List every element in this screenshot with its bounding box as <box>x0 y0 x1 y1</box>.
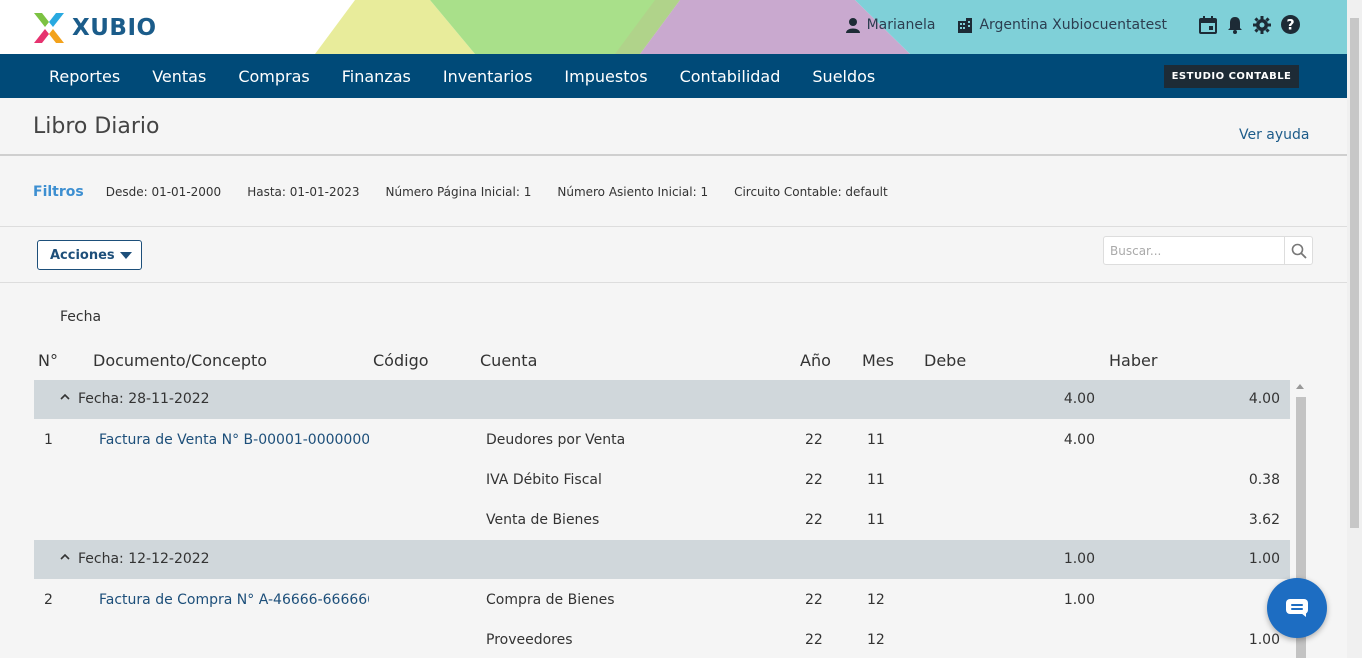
search-input[interactable] <box>1104 237 1284 264</box>
nav-ventas[interactable]: Ventas <box>136 67 222 86</box>
nav-impuestos[interactable]: Impuestos <box>548 67 663 86</box>
divider <box>0 154 1347 156</box>
estudio-contable-button[interactable]: ESTUDIO CONTABLE <box>1164 65 1299 88</box>
page-title: Libro Diario <box>33 114 160 139</box>
group-label: Fecha: 28-11-2022 <box>78 391 210 407</box>
column-header-codigo[interactable]: Código <box>373 351 429 370</box>
row-anio: 22 <box>805 512 823 528</box>
page-scrollbar[interactable] <box>1347 0 1362 658</box>
row-debe: 4.00 <box>1063 432 1095 448</box>
group-row[interactable]: Fecha: 12-12-2022 1.00 1.00 <box>34 540 1290 579</box>
user-menu[interactable]: Marianela <box>845 16 936 33</box>
help-icon[interactable]: ? <box>1281 15 1300 34</box>
divider <box>0 226 1347 227</box>
filter-hasta: Hasta: 01-01-2023 <box>247 185 360 199</box>
row-cuenta: Deudores por Venta <box>486 432 626 448</box>
row-anio: 22 <box>805 472 823 488</box>
row-mes: 11 <box>867 432 885 448</box>
group-haber-total: 1.00 <box>1248 551 1280 567</box>
row-mes: 12 <box>867 632 885 648</box>
nav-compras[interactable]: Compras <box>222 67 325 86</box>
filter-asiento-inicial: Número Asiento Inicial: 1 <box>557 185 709 199</box>
row-haber: 1.00 <box>1248 632 1280 648</box>
row-mes: 11 <box>867 472 885 488</box>
column-header-anio[interactable]: Año <box>800 351 831 370</box>
document-link[interactable]: Factura de Compra N° A-46666-66666666 <box>99 592 369 608</box>
row-anio: 22 <box>805 432 823 448</box>
acciones-dropdown[interactable]: Acciones <box>37 240 142 270</box>
search-icon <box>1291 243 1307 259</box>
search-button[interactable] <box>1284 237 1313 264</box>
column-header-num[interactable]: N° <box>38 351 58 370</box>
chat-button[interactable] <box>1267 578 1327 638</box>
divider <box>0 282 1347 283</box>
row-haber: 3.62 <box>1248 512 1280 528</box>
nav-reportes[interactable]: Reportes <box>33 67 136 86</box>
row-cuenta: IVA Débito Fiscal <box>486 472 602 488</box>
group-debe-total: 4.00 <box>1063 391 1095 407</box>
column-header-mes[interactable]: Mes <box>862 351 894 370</box>
acciones-label: Acciones <box>50 247 115 263</box>
brand-name: XUBIO <box>72 15 157 41</box>
chat-icon <box>1286 599 1308 617</box>
row-debe: 1.00 <box>1063 592 1095 608</box>
filter-pagina-inicial: Número Página Inicial: 1 <box>385 185 532 199</box>
gear-icon[interactable] <box>1253 15 1271 34</box>
nav-finanzas[interactable]: Finanzas <box>326 67 427 86</box>
row-haber: 0.38 <box>1248 472 1280 488</box>
group-haber-total: 4.00 <box>1248 391 1280 407</box>
xubio-logo[interactable]: XUBIO <box>32 11 157 45</box>
row-mes: 11 <box>867 512 885 528</box>
row-cuenta: Proveedores <box>486 632 573 648</box>
user-name: Marianela <box>866 16 936 33</box>
document-link[interactable]: Factura de Venta N° B-00001-00000001 - C <box>99 432 369 448</box>
nav-inventarios[interactable]: Inventarios <box>427 67 549 86</box>
row-num: 1 <box>44 432 53 448</box>
group-debe-total: 1.00 <box>1063 551 1095 567</box>
row-anio: 22 <box>805 592 823 608</box>
group-row[interactable]: Fecha: 28-11-2022 4.00 4.00 <box>34 380 1290 419</box>
search-box <box>1103 236 1313 265</box>
user-icon <box>845 17 860 33</box>
caret-down-icon <box>120 252 132 259</box>
xubio-logo-mark <box>34 13 64 43</box>
filter-circuito-contable: Circuito Contable: default <box>734 185 888 199</box>
row-cuenta: Venta de Bienes <box>486 512 600 528</box>
company-name: Argentina Xubiocuentatest <box>979 16 1167 33</box>
bell-icon[interactable] <box>1227 16 1243 34</box>
row-num: 2 <box>44 592 53 608</box>
top-bar: XUBIO Marianela Argentina Xubiocuentates… <box>0 0 1347 54</box>
company-selector[interactable]: Argentina Xubiocuentatest <box>957 17 1167 33</box>
chevron-up-icon[interactable] <box>60 393 70 400</box>
column-header-documento[interactable]: Documento/Concepto <box>93 351 267 370</box>
row-cuenta: Compra de Bienes <box>486 592 615 608</box>
page-scrollbar-thumb[interactable] <box>1350 18 1359 528</box>
column-header-cuenta[interactable]: Cuenta <box>480 351 537 370</box>
building-icon <box>958 17 973 33</box>
row-mes: 12 <box>867 592 885 608</box>
chevron-up-icon[interactable] <box>60 553 70 560</box>
filters-title[interactable]: Filtros <box>33 184 84 200</box>
group-label: Fecha: 12-12-2022 <box>78 551 210 567</box>
calendar-icon[interactable] <box>1199 15 1217 34</box>
column-header-debe[interactable]: Debe <box>924 351 966 370</box>
row-anio: 22 <box>805 632 823 648</box>
sort-field-label: Fecha <box>60 309 102 325</box>
svg-text:?: ? <box>1286 18 1294 34</box>
filters-bar: Filtros Desde: 01-01-2000 Hasta: 01-01-2… <box>33 184 914 200</box>
column-header-haber[interactable]: Haber <box>1109 351 1157 370</box>
nav-contabilidad[interactable]: Contabilidad <box>664 67 797 86</box>
help-link[interactable]: Ver ayuda <box>1239 127 1310 143</box>
main-nav: Reportes Ventas Compras Finanzas Inventa… <box>0 54 1347 98</box>
nav-sueldos[interactable]: Sueldos <box>796 67 891 86</box>
scroll-up-arrow-icon[interactable] <box>1296 384 1304 389</box>
filter-desde: Desde: 01-01-2000 <box>105 185 222 199</box>
